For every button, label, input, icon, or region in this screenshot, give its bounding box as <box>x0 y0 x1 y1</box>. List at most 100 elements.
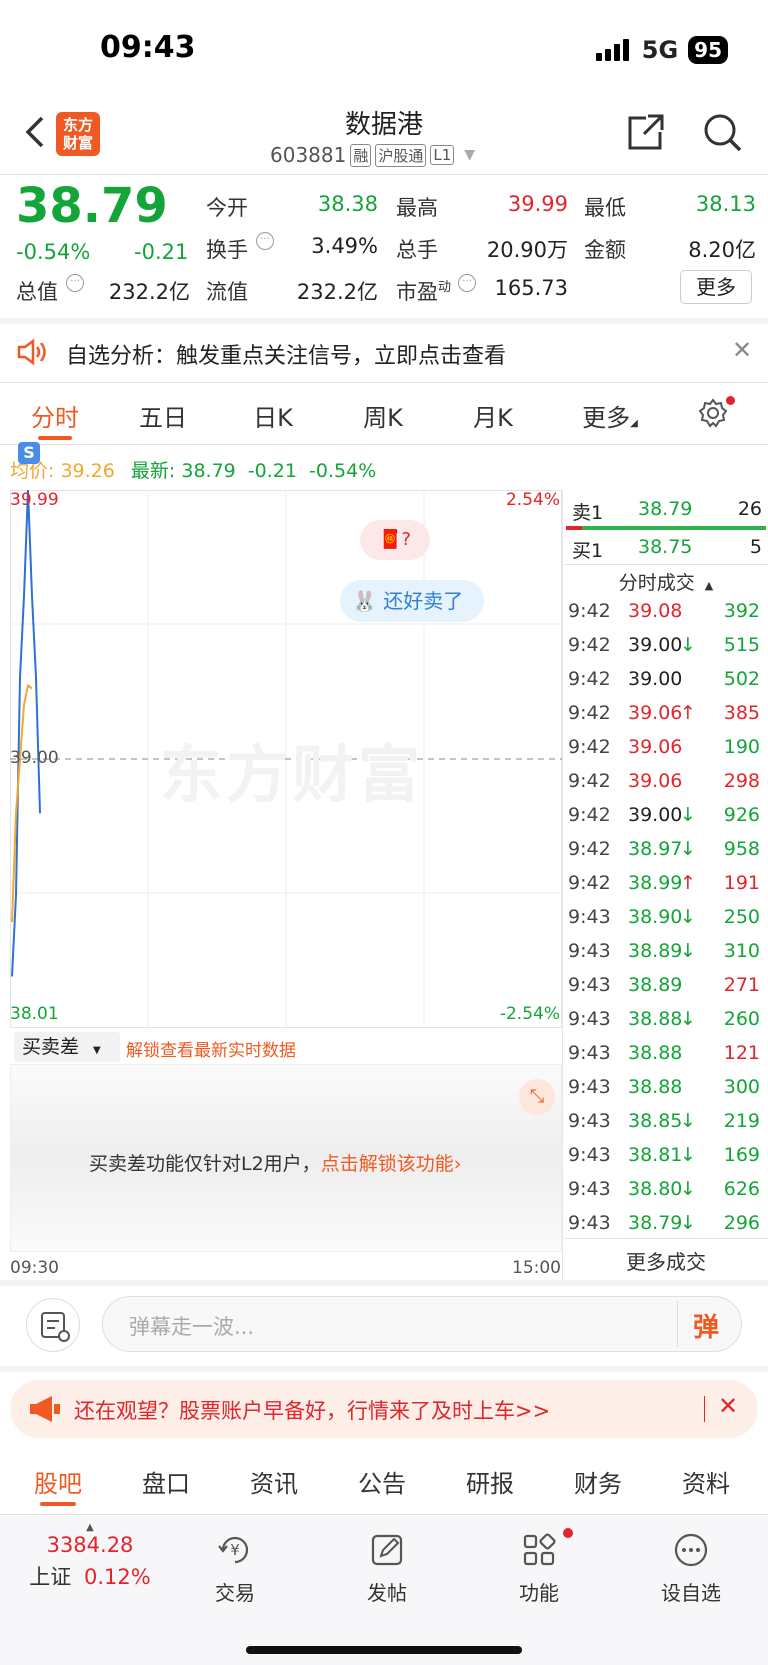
label-pe: 市盈动 <box>396 280 452 304</box>
trade-volume: 310 <box>723 940 760 962</box>
nav-trade[interactable]: ¥ 交易 <box>180 1530 290 1606</box>
trade-volume: 190 <box>723 736 760 758</box>
search-icon[interactable] <box>702 112 744 158</box>
x-label-start: 09:30 <box>10 1258 59 1278</box>
info-icon[interactable]: ··· <box>256 232 274 250</box>
comment-input[interactable]: 弹幕走一波... 弹 <box>102 1296 742 1352</box>
trade-volume: 121 <box>723 1042 760 1064</box>
value-total-value: 232.2亿 <box>108 280 190 304</box>
home-indicator <box>246 1646 522 1654</box>
status-icons: 5G 95 <box>595 36 728 64</box>
tab-more[interactable]: 更多◢ <box>570 398 650 433</box>
share-icon[interactable] <box>626 112 666 156</box>
trade-row: 9:42 39.06 190 <box>568 730 760 764</box>
tab-weekly-k[interactable]: 周K <box>348 398 418 433</box>
tab-active-indicator <box>38 436 72 440</box>
gear-icon[interactable] <box>698 398 728 432</box>
trade-time: 9:43 <box>568 974 611 996</box>
unlock-hint[interactable]: 解锁查看最新实时数据 <box>126 1036 296 1061</box>
dropdown-icon[interactable]: ▼ <box>464 147 475 163</box>
trade-time: 9:43 <box>568 1008 611 1030</box>
intraday-chart[interactable]: 东方财富 39.99 39.00 38.01 2.54% -2.54% 🧧? 🐰… <box>10 490 562 1028</box>
stock-code: 603881 <box>270 143 347 167</box>
trade-direction: ↓ <box>680 906 696 928</box>
trade-row: 9:43 38.81 ↓ 169 <box>568 1138 760 1172</box>
change-value: -0.21 <box>134 240 189 264</box>
trade-row: 9:43 38.90 ↓ 250 <box>568 900 760 934</box>
trade-time: 9:43 <box>568 1042 611 1064</box>
tab-profile[interactable]: 资料 <box>668 1464 744 1499</box>
trade-time: 9:42 <box>568 634 611 656</box>
trade-time: 9:42 <box>568 804 611 826</box>
stock-code-row[interactable]: 603881 融 沪股通 L1 ▼ <box>270 143 475 167</box>
hint-bubble[interactable]: 🧧? <box>360 520 430 560</box>
notification-dot <box>726 396 735 405</box>
tab-monthly-k[interactable]: 月K <box>458 398 528 433</box>
tab-five-day[interactable]: 五日 <box>128 398 198 433</box>
status-time: 09:43 <box>100 30 196 65</box>
trade-price: 38.81 <box>628 1144 683 1166</box>
nav-functions[interactable]: 功能 <box>484 1530 594 1606</box>
trade-price: 39.00 <box>628 634 683 656</box>
l2-message[interactable]: 买卖差功能仅针对L2用户，点击解锁该功能› <box>89 1149 461 1176</box>
notes-icon[interactable] <box>26 1298 80 1352</box>
tab-news[interactable]: 资讯 <box>236 1464 312 1499</box>
trade-volume: 385 <box>723 702 760 724</box>
trade-price: 38.80 <box>628 1178 683 1200</box>
s-badge-icon[interactable]: S <box>18 442 40 464</box>
tab-announcements[interactable]: 公告 <box>344 1464 420 1499</box>
label-turnover: 换手 <box>206 238 248 262</box>
tab-research[interactable]: 研报 <box>452 1464 528 1499</box>
trade-volume: 191 <box>723 872 760 894</box>
avatar-icon: 🐰 <box>352 589 377 613</box>
trade-price: 38.97 <box>628 838 683 860</box>
sub-panel-header: 买卖差 ▼ 解锁查看最新实时数据 <box>10 1030 562 1064</box>
expand-icon[interactable]: ⤡ <box>519 1079 555 1115</box>
tab-daily-k[interactable]: 日K <box>238 398 308 433</box>
value-float-value: 232.2亿 <box>296 280 378 304</box>
trade-time: 9:42 <box>568 702 611 724</box>
nav-post[interactable]: 发帖 <box>332 1530 442 1606</box>
gift-icon: 🧧 <box>379 529 402 550</box>
close-icon[interactable]: ✕ <box>718 1392 738 1420</box>
trade-volume: 250 <box>723 906 760 928</box>
more-button[interactable]: 更多 <box>680 270 752 304</box>
comment-bubble[interactable]: 🐰 还好卖了 <box>340 580 484 622</box>
danmaku-send-icon[interactable]: 弹 <box>693 1307 719 1344</box>
trade-direction: ↑ <box>680 872 696 894</box>
trade-price: 39.06 <box>628 736 683 758</box>
trade-row: 9:43 38.88 300 <box>568 1070 760 1104</box>
trade-price: 38.88 <box>628 1076 683 1098</box>
pct-label-top: 2.54% <box>505 490 560 510</box>
tab-handicap[interactable]: 盘口 <box>128 1464 204 1499</box>
megaphone-icon <box>28 1394 62 1428</box>
indicator-selector[interactable]: 买卖差 ▼ <box>14 1032 120 1062</box>
analysis-banner[interactable]: 自选分析：触发重点关注信号，立即点击查看 ✕ <box>0 324 768 382</box>
index-widget[interactable]: ▲ 3384.28 上证 0.12% <box>20 1522 160 1591</box>
promo-banner[interactable]: 还在观望？股票账户早备好，行情来了及时上车>> ✕ <box>10 1380 758 1438</box>
promo-text: 还在观望？股票账户早备好，行情来了及时上车>> <box>74 1399 551 1423</box>
trade-price: 38.99 <box>628 872 683 894</box>
tab-guba[interactable]: 股吧 <box>20 1464 96 1499</box>
trade-volume: 271 <box>723 974 760 996</box>
trade-time: 9:42 <box>568 668 611 690</box>
close-icon[interactable]: ✕ <box>732 336 752 364</box>
more-trades-button[interactable]: 更多成交 <box>564 1246 768 1275</box>
nav-add-watchlist[interactable]: 设自选 <box>636 1530 746 1606</box>
trade-time: 9:43 <box>568 1076 611 1098</box>
tab-intraday[interactable]: 分时 <box>20 398 90 433</box>
info-icon[interactable]: ··· <box>66 274 84 292</box>
bottom-nav: ▲ 3384.28 上证 0.12% ¥ 交易 发帖 功能 设自选 <box>0 1516 768 1665</box>
trade-volume: 260 <box>723 1008 760 1030</box>
trade-direction: ↓ <box>680 940 696 962</box>
network-type: 5G <box>641 36 679 64</box>
trades-list: 9:42 39.08 392 9:42 39.00 ↓ 515 9:42 39.00 502 9:4… <box>568 594 760 1240</box>
bid-row: 买1 38.75 5 <box>572 536 762 562</box>
trade-direction: ↓ <box>680 838 696 860</box>
value-volume: 20.90万 <box>486 238 568 262</box>
trade-row: 9:42 39.06 298 <box>568 764 760 798</box>
tab-financials[interactable]: 财务 <box>560 1464 636 1499</box>
trade-row: 9:42 38.97 ↓ 958 <box>568 832 760 866</box>
trade-time: 9:42 <box>568 770 611 792</box>
trade-price: 38.85 <box>628 1110 683 1132</box>
